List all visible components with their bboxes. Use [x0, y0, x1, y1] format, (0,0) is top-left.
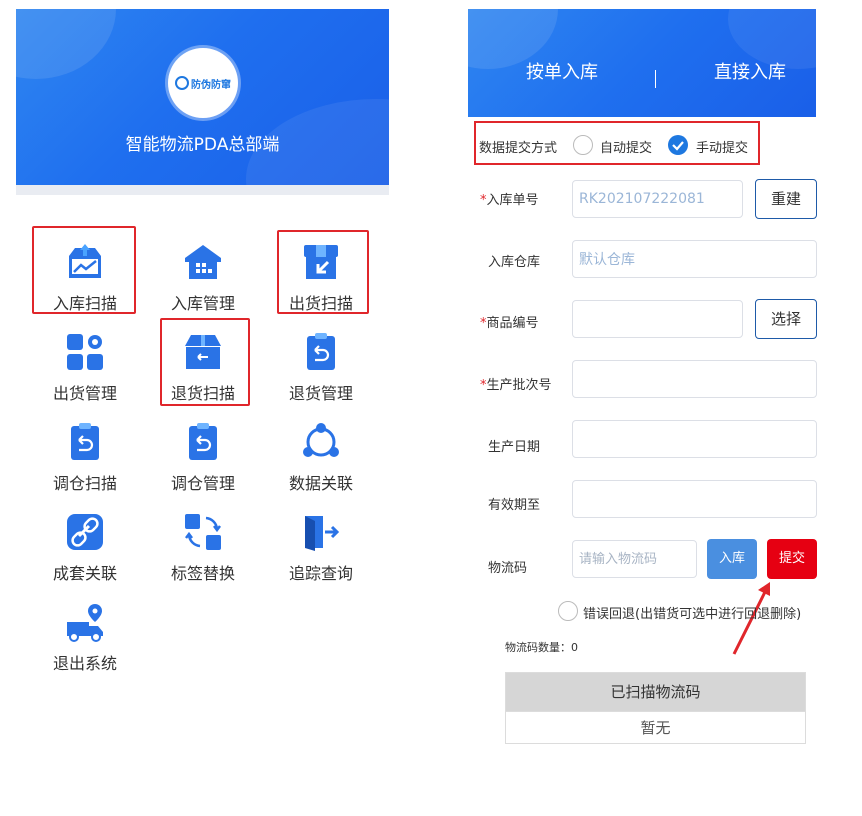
menu-item-logout[interactable]: 退出系统 — [30, 602, 140, 682]
rebuild-button[interactable]: 重建 — [755, 179, 817, 219]
menu-label: 出货管理 — [52, 384, 117, 403]
table-empty-row: 暂无 — [506, 711, 805, 744]
menu-item-inbound-manage[interactable]: 入库管理 — [148, 242, 258, 322]
tab-order-inbound[interactable]: 按单入库 — [492, 58, 632, 84]
highlight-outbound-scan — [277, 230, 369, 314]
menu-label: 追踪查询 — [288, 564, 353, 583]
menu-item-return-manage[interactable]: 退货管理 — [266, 332, 376, 412]
return-clipboard-icon — [307, 333, 335, 370]
menu-label: 数据关联 — [288, 474, 353, 493]
auto-submit-label: 自动提交 — [600, 141, 653, 156]
menu-label: 调仓管理 — [170, 474, 235, 493]
logistics-count: 物流码数量：0 — [505, 641, 578, 654]
logistics-code-input[interactable] — [572, 540, 697, 578]
check-icon — [672, 141, 684, 151]
transfer-manage-icon — [189, 423, 217, 460]
exit-door-icon — [305, 516, 340, 551]
header-divider — [16, 185, 389, 195]
menu-item-set-link[interactable]: 成套关联 — [30, 512, 140, 592]
product-code-input[interactable] — [572, 300, 743, 338]
radio-manual-submit[interactable] — [668, 135, 688, 155]
transfer-clipboard-icon — [71, 423, 99, 460]
menu-item-outbound-manage[interactable]: 出货管理 — [30, 332, 140, 412]
prod-date-label: 生产日期 — [488, 440, 541, 455]
expiry-label: 有效期至 — [488, 498, 541, 513]
menu-label: 退出系统 — [52, 654, 117, 673]
tab-direct-inbound[interactable]: 直接入库 — [680, 58, 820, 84]
logo-mark-icon — [175, 76, 189, 90]
error-rollback-label: 错误回退(出错货可选中进行回退删除) — [583, 607, 802, 622]
batch-no-input[interactable] — [572, 360, 817, 398]
app-title: 智能物流PDA总部端 — [125, 135, 280, 155]
menu-item-trace-query[interactable]: 追踪查询 — [266, 512, 376, 592]
warehouse-input[interactable] — [572, 240, 817, 278]
radio-auto-submit[interactable] — [573, 135, 593, 155]
tab-divider — [655, 70, 656, 88]
product-code-label: *商品编号 — [480, 316, 539, 331]
menu-item-data-link[interactable]: 数据关联 — [266, 422, 376, 502]
inbound-button[interactable]: 入库 — [707, 539, 757, 579]
logistics-code-label: 物流码 — [488, 561, 528, 576]
menu-label: 成套关联 — [52, 564, 117, 583]
warehouse-label: 入库仓库 — [488, 255, 541, 270]
scanned-codes-table: 已扫描物流码 暂无 — [505, 672, 806, 744]
manual-submit-label: 手动提交 — [696, 141, 749, 156]
select-button[interactable]: 选择 — [755, 299, 817, 339]
error-rollback-checkbox[interactable] — [558, 601, 578, 621]
order-no-label: *入库单号 — [480, 193, 539, 208]
submit-mode-label: 数据提交方式 — [479, 141, 558, 156]
menu-item-transfer-scan[interactable]: 调仓扫描 — [30, 422, 140, 502]
table-header: 已扫描物流码 — [506, 673, 805, 711]
apps-gear-icon — [67, 334, 103, 370]
swap-icon — [185, 514, 221, 550]
batch-no-label: *生产批次号 — [480, 378, 552, 393]
prod-date-input[interactable] — [572, 420, 817, 458]
highlight-inbound-scan — [32, 226, 136, 314]
order-no-input[interactable] — [572, 180, 743, 218]
logo-text: 防伪防窜 — [191, 79, 231, 91]
menu-label: 标签替换 — [170, 564, 235, 583]
menu-label: 退货管理 — [288, 384, 353, 403]
truck-location-icon — [67, 604, 103, 642]
warehouse-icon — [185, 245, 221, 279]
menu-item-label-swap[interactable]: 标签替换 — [148, 512, 258, 592]
highlight-return-scan — [160, 318, 250, 406]
menu-label: 入库管理 — [170, 294, 235, 313]
menu-item-transfer-manage[interactable]: 调仓管理 — [148, 422, 258, 502]
chain-link-icon — [67, 514, 103, 550]
expiry-input[interactable] — [572, 480, 817, 518]
data-link-icon — [303, 423, 339, 457]
menu-label: 调仓扫描 — [52, 474, 117, 493]
brand-logo: 防伪防窜 — [168, 48, 238, 118]
submit-button[interactable]: 提交 — [767, 539, 817, 579]
